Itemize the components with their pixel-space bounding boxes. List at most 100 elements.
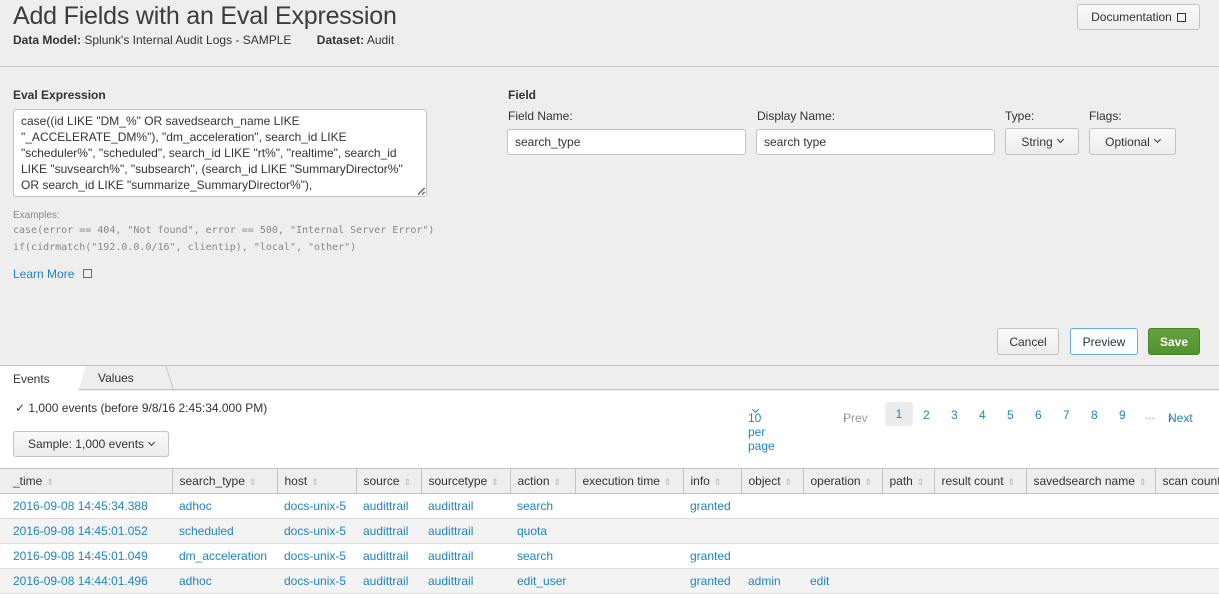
flags-value: Optional [1105,135,1150,149]
examples-title: Examples: [13,210,434,221]
page-7[interactable]: 7 [1063,408,1070,422]
table-cell [1155,494,1219,519]
results-panel: ✓ 1,000 events (before 9/8/16 2:45:34.00… [0,391,1219,593]
table-cell[interactable]: edit [803,569,882,594]
table-cell[interactable]: audittrail [356,544,421,569]
table-cell[interactable]: adhoc [172,569,277,594]
table-cell[interactable]: docs-unix-5 [277,519,356,544]
page-8[interactable]: 8 [1091,408,1098,422]
column-header[interactable]: host⇕ [277,469,356,494]
page-1[interactable]: 1 [885,402,913,426]
table-cell [1155,544,1219,569]
page-4[interactable]: 4 [979,408,986,422]
table-cell[interactable]: 2016-09-08 14:44:01.496 [0,569,172,594]
column-header[interactable]: scan count⇕ [1155,469,1219,494]
table-cell[interactable]: audittrail [421,494,510,519]
table-cell[interactable]: search [510,544,575,569]
column-header[interactable]: result count⇕ [934,469,1026,494]
external-link-icon [83,269,92,278]
preview-button[interactable]: Preview [1070,328,1138,355]
sort-icon[interactable]: ⇕ [46,477,54,487]
table-cell[interactable]: audittrail [421,544,510,569]
table-cell[interactable]: audittrail [421,569,510,594]
table-cell[interactable]: adhoc [172,494,277,519]
column-header-label: source [364,474,400,488]
table-cell[interactable]: audittrail [356,494,421,519]
table-cell[interactable]: docs-unix-5 [277,544,356,569]
column-header[interactable]: path⇕ [882,469,934,494]
table-cell[interactable]: docs-unix-5 [277,569,356,594]
table-cell[interactable]: 2016-09-08 14:45:01.052 [0,519,172,544]
page-9[interactable]: 9 [1119,408,1126,422]
table-cell [882,544,934,569]
tab-values[interactable]: Values [78,365,166,391]
table-cell[interactable]: dm_acceleration [172,544,277,569]
type-dropdown[interactable]: String [1005,128,1079,155]
table-cell[interactable]: quota [510,519,575,544]
sort-icon[interactable]: ⇕ [785,477,793,487]
sort-icon[interactable]: ⇕ [249,477,257,487]
sort-icon[interactable]: ⇕ [311,477,319,487]
column-header[interactable]: info⇕ [683,469,741,494]
table-cell[interactable]: 2016-09-08 14:45:34.388 [0,494,172,519]
table-cell[interactable]: edit_user [510,569,575,594]
column-header[interactable]: execution time⇕ [575,469,683,494]
sort-icon[interactable]: ⇕ [917,477,925,487]
table-cell[interactable]: docs-unix-5 [277,494,356,519]
save-button[interactable]: Save [1148,328,1200,355]
table-cell[interactable]: granted [683,494,741,519]
table-cell [683,519,741,544]
flags-dropdown[interactable]: Optional [1089,128,1176,155]
table-cell [575,544,683,569]
column-header[interactable]: source ⇕ [356,469,421,494]
column-header[interactable]: sourcetype⇕ [421,469,510,494]
sort-icon[interactable]: ⇕ [404,477,412,487]
tab-events[interactable]: Events [0,365,78,391]
display-name-input[interactable] [756,129,995,155]
column-header[interactable]: operation⇕ [803,469,882,494]
column-header-label: search_type [180,474,245,488]
table-cell[interactable]: 2016-09-08 14:45:01.049 [0,544,172,569]
column-header[interactable]: object⇕ [741,469,803,494]
column-header[interactable]: _time⇕ [0,469,172,494]
field-name-input[interactable] [507,129,746,155]
sample-dropdown[interactable]: Sample: 1,000 events [13,431,169,457]
table-cell[interactable]: scheduled [172,519,277,544]
table-row: 2016-09-08 14:45:01.052scheduleddocs-uni… [0,519,1219,544]
column-header-label: sourcetype [429,474,488,488]
sort-icon[interactable]: ⇕ [554,477,562,487]
table-cell[interactable]: audittrail [421,519,510,544]
sort-icon[interactable]: ⇕ [714,477,722,487]
sort-icon[interactable]: ⇕ [664,477,672,487]
table-cell[interactable]: search [510,494,575,519]
page-6[interactable]: 6 [1035,408,1042,422]
sort-icon[interactable]: ⇕ [865,477,873,487]
column-header[interactable]: search_type ⇕ [172,469,277,494]
sort-icon[interactable]: ⇕ [1008,477,1016,487]
documentation-button[interactable]: Documentation [1077,4,1200,30]
column-header[interactable]: action ⇕ [510,469,575,494]
page-2[interactable]: 2 [923,408,930,422]
resize-grip-icon[interactable] [418,188,424,194]
page-3[interactable]: 3 [951,408,958,422]
table-cell[interactable]: granted [683,569,741,594]
table-cell[interactable]: admin [741,569,803,594]
table-cell [741,519,803,544]
eval-expression-input[interactable]: case((id LIKE "DM_%" OR savedsearch_name… [13,109,427,197]
sort-icon[interactable]: ⇕ [1139,477,1147,487]
page-header: Add Fields with an Eval Expression Data … [0,0,1219,67]
table-cell[interactable]: granted [683,544,741,569]
learn-more-link[interactable]: Learn More [13,267,92,281]
column-header-label: action [518,474,550,488]
cancel-button[interactable]: Cancel [997,328,1059,355]
table-cell[interactable]: audittrail [356,519,421,544]
table-cell[interactable]: audittrail [356,569,421,594]
flags-label: Flags: [1089,109,1122,123]
table-cell [1026,544,1155,569]
page-5[interactable]: 5 [1007,408,1014,422]
sort-icon[interactable]: ⇕ [491,477,499,487]
column-header[interactable]: savedsearch name⇕ [1026,469,1155,494]
chevron-down-icon [1057,136,1064,143]
table-cell [882,569,934,594]
data-model-label: Data Model: [13,33,81,47]
